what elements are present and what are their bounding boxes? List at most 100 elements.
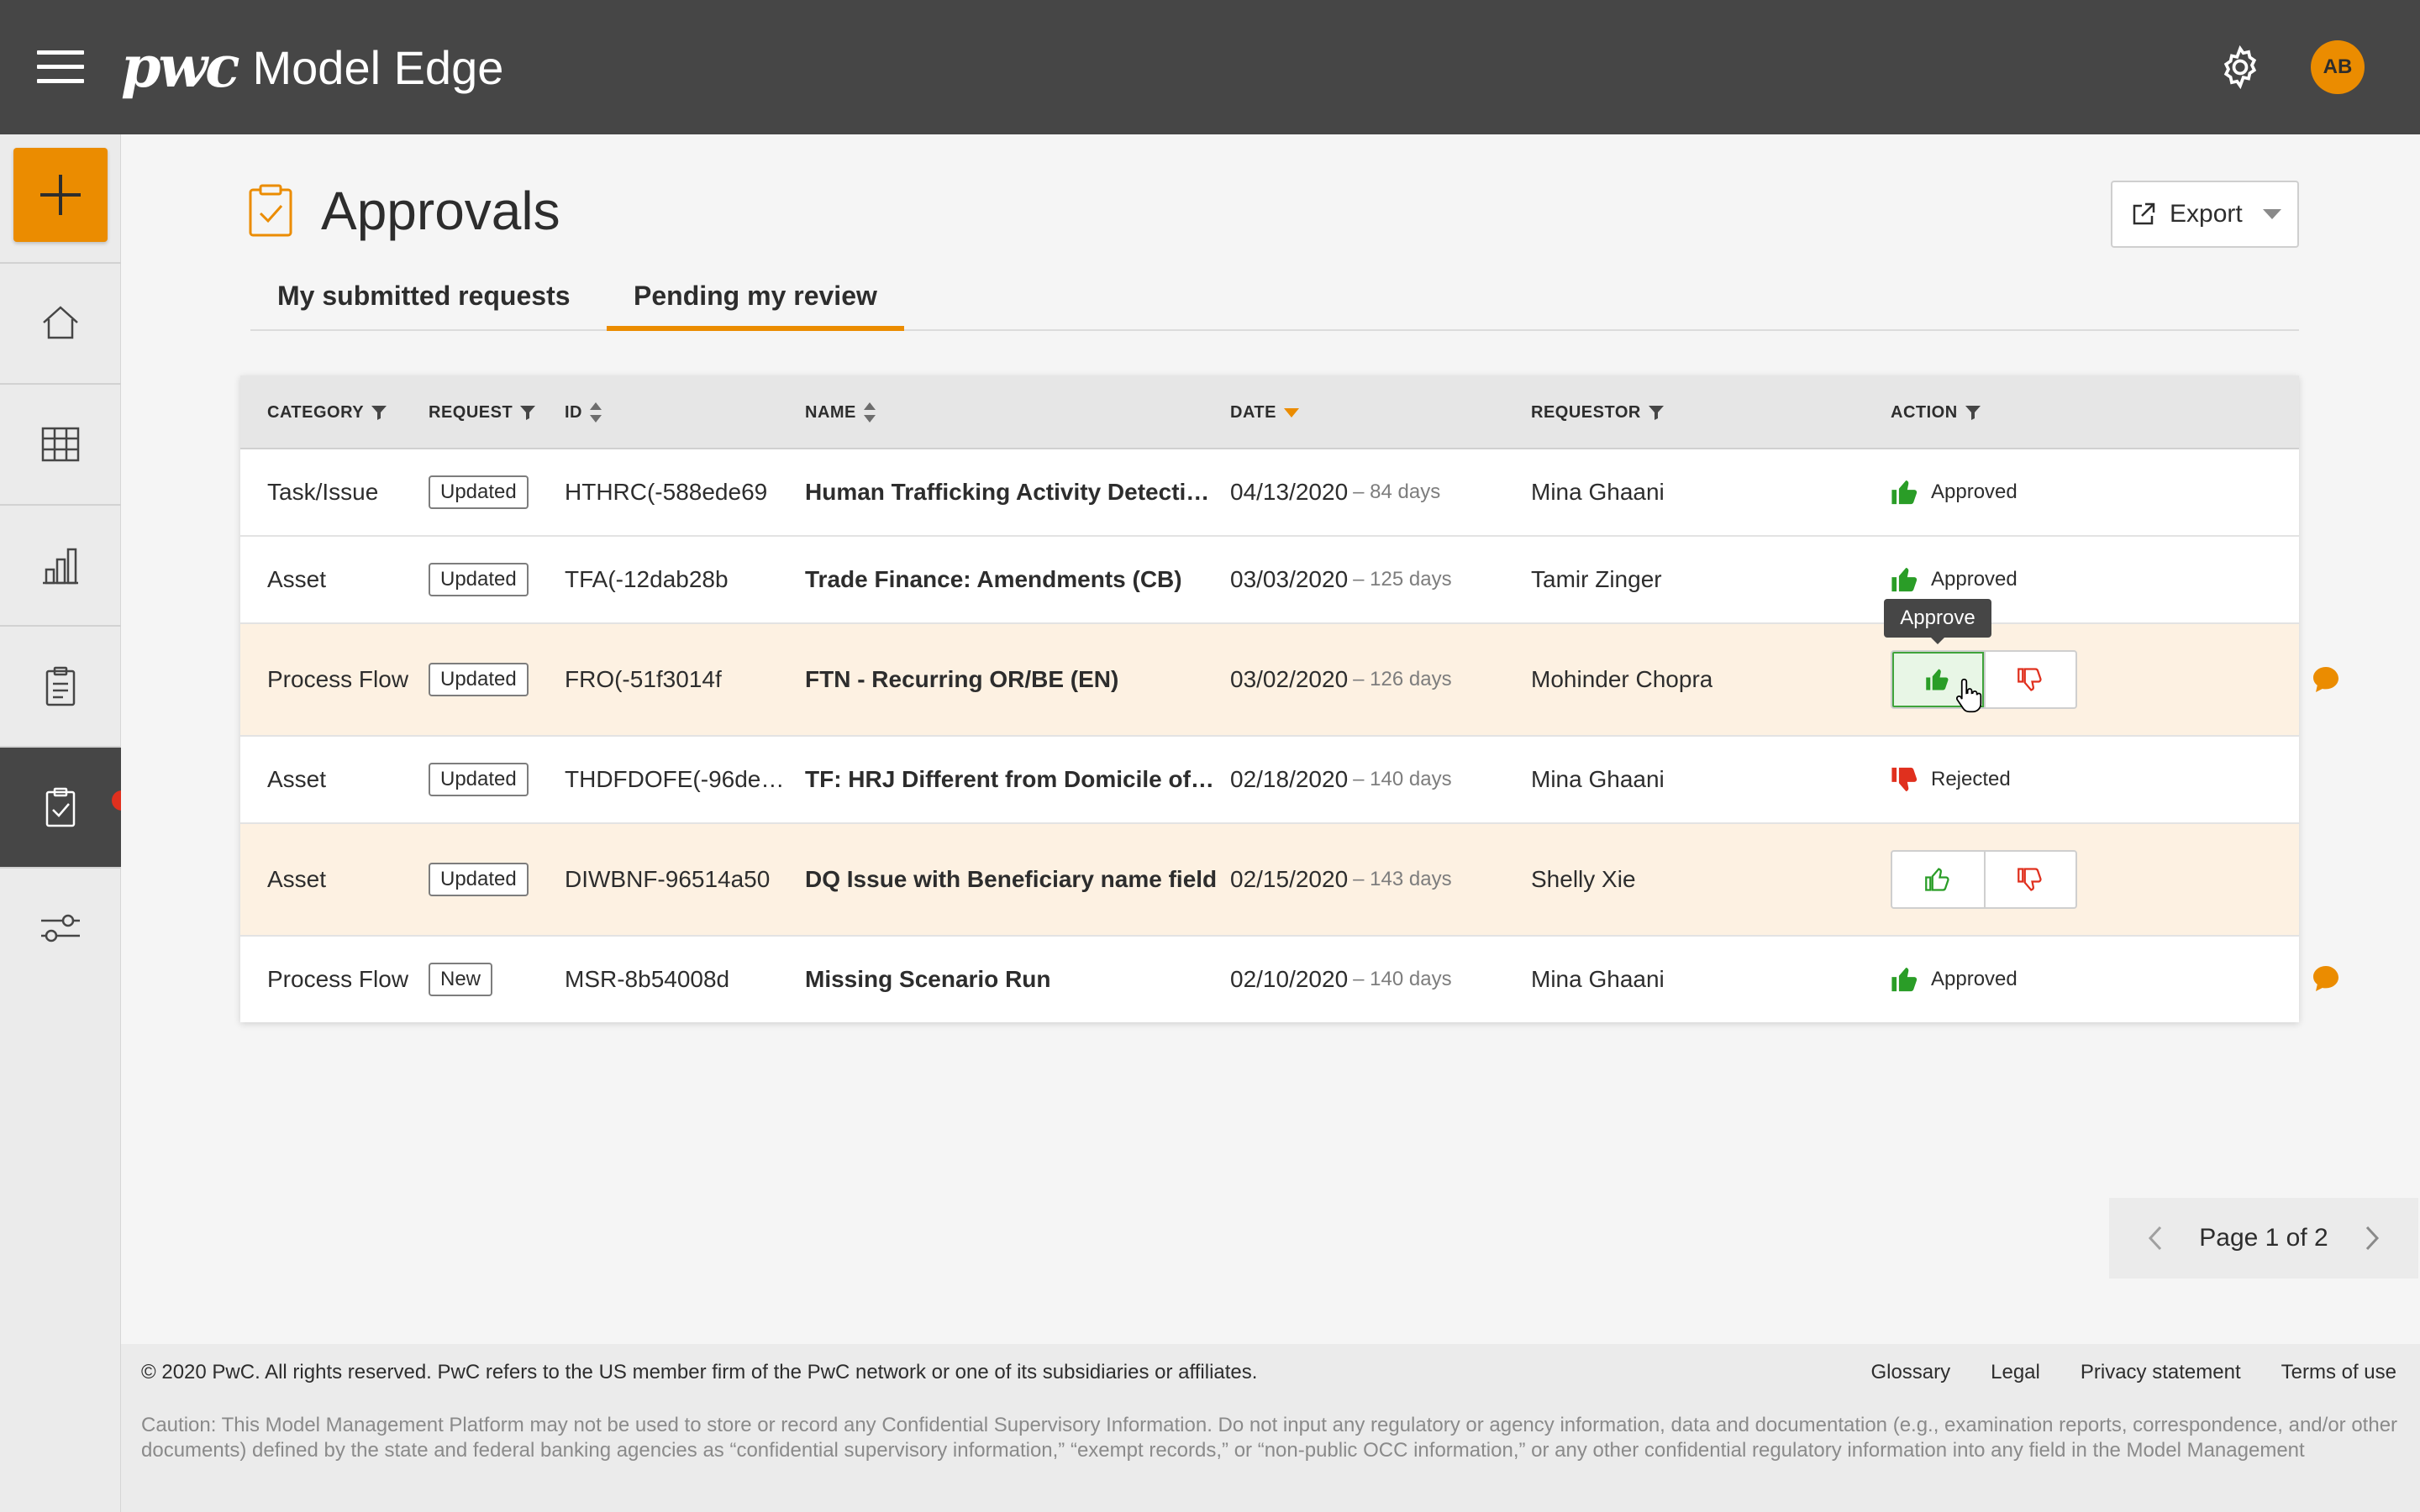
link-legal[interactable]: Legal <box>1991 1361 2040 1384</box>
footer-links: Glossary Legal Privacy statement Terms o… <box>1830 1361 2396 1384</box>
chevron-left-icon <box>2148 1226 2162 1251</box>
thumbs-down-icon <box>2018 868 2043 891</box>
page-title: Approvals <box>321 181 560 241</box>
cell-request: Updated <box>429 824 529 935</box>
header-name[interactable]: NAME <box>805 375 876 449</box>
header-date[interactable]: DATE <box>1230 375 1300 449</box>
export-button[interactable]: Export <box>2111 181 2299 248</box>
external-link-icon <box>2133 202 2155 225</box>
brand-logo: pwc <box>121 34 239 101</box>
add-button[interactable] <box>13 148 108 242</box>
request-badge: New <box>429 963 493 996</box>
date-value: 03/03/2020 <box>1230 566 1349 592</box>
filter-icon <box>520 406 536 420</box>
approvals-table: CATEGORY REQUEST ID NAME DATE REQUESTOR … <box>240 375 2338 1022</box>
avatar[interactable]: AB <box>2311 40 2365 94</box>
reject-button[interactable] <box>1983 852 2075 907</box>
header-label: NAME <box>805 402 856 422</box>
header-label: DATE <box>1230 402 1276 422</box>
rail-table[interactable] <box>0 383 121 504</box>
link-glossary[interactable]: Glossary <box>1870 1361 1950 1384</box>
table-row[interactable]: Process Flow Updated FRO(-51f3014f FTN -… <box>240 624 2338 737</box>
cell-action <box>1891 624 2077 735</box>
reject-button[interactable] <box>1983 652 2075 707</box>
rail-settings[interactable] <box>0 867 121 988</box>
cell-request: Updated <box>429 624 529 735</box>
chevron-down-icon <box>2262 209 2281 219</box>
table-row[interactable]: Asset Updated THDFDOFE(-96de… TF: HRJ Di… <box>240 737 2299 824</box>
cell-name[interactable]: FTN - Recurring OR/BE (EN) <box>805 624 1217 735</box>
table-header: CATEGORY REQUEST ID NAME DATE REQUESTOR … <box>240 375 2299 449</box>
header-requestor[interactable]: REQUESTOR <box>1531 375 1665 449</box>
cell-category: Process Flow <box>267 666 409 692</box>
cell-name[interactable]: Human Trafficking Activity Detecti… <box>805 449 1217 535</box>
tab-pending-my-review[interactable]: Pending my review <box>607 277 904 331</box>
rail-charts[interactable] <box>0 504 121 625</box>
date-age: – 140 days <box>1353 968 1452 990</box>
app-name: Model Edge <box>252 40 504 94</box>
thumbs-up-icon <box>1926 669 1949 690</box>
rail-home[interactable] <box>0 262 121 383</box>
date-age: – 140 days <box>1353 768 1452 790</box>
approve-reject-group <box>1891 650 2077 709</box>
comment-icon[interactable] <box>2311 664 2341 695</box>
cell-request: New <box>429 937 493 1022</box>
table-row[interactable]: Task/Issue Updated HTHRC(-588ede69 Human… <box>240 449 2299 537</box>
export-label: Export <box>2170 200 2243 228</box>
status-rejected: Rejected <box>1891 765 2011 794</box>
cell-date: 02/15/2020– 143 days <box>1230 824 1452 935</box>
approvals-page-icon <box>249 184 292 237</box>
left-rail <box>0 134 121 1512</box>
header-action[interactable]: ACTION <box>1891 375 1981 449</box>
prev-page-button[interactable] <box>2143 1226 2168 1251</box>
approve-tooltip: Approve <box>1884 599 1991 644</box>
date-age: – 143 days <box>1353 868 1452 890</box>
copyright: © 2020 PwC. All rights reserved. PwC ref… <box>141 1361 1258 1383</box>
status-label: Approved <box>1931 568 2018 591</box>
thumbs-down-icon <box>2018 668 2043 691</box>
cell-requestor: Shelly Xie <box>1531 866 1636 892</box>
cell-date: 02/10/2020– 140 days <box>1230 937 1452 1022</box>
gear-icon[interactable] <box>2217 44 2264 91</box>
next-page-button[interactable] <box>2360 1226 2385 1251</box>
link-privacy[interactable]: Privacy statement <box>2081 1361 2241 1384</box>
header-label: REQUESTOR <box>1531 402 1641 422</box>
tab-my-submitted-requests[interactable]: My submitted requests <box>250 277 597 331</box>
plus-icon <box>40 175 81 215</box>
menu-icon[interactable] <box>37 50 84 84</box>
link-terms[interactable]: Terms of use <box>2281 1361 2396 1384</box>
sort-icon <box>590 402 602 423</box>
header-request[interactable]: REQUEST <box>429 375 536 449</box>
cell-requestor: Mohinder Chopra <box>1531 666 1713 692</box>
tab-bar: My submitted requests Pending my review <box>250 277 2299 331</box>
rail-clipboard[interactable] <box>0 625 121 746</box>
cell-id: DIWBNF-96514a50 <box>565 866 771 892</box>
date-age: – 84 days <box>1353 480 1441 503</box>
cell-request: Updated <box>429 537 529 622</box>
cell-name[interactable]: Missing Scenario Run <box>805 937 1217 1022</box>
header-label: ACTION <box>1891 402 1958 422</box>
header-label: CATEGORY <box>267 402 365 422</box>
cell-action: Approved <box>1891 449 2018 535</box>
table-row[interactable]: Process Flow New MSR-8b54008d Missing Sc… <box>240 937 2338 1022</box>
header-category[interactable]: CATEGORY <box>267 375 387 449</box>
status-label: Approved <box>1931 480 2018 503</box>
cell-id: TFA(-12dab28b <box>565 566 729 592</box>
rail-approvals[interactable] <box>0 746 121 867</box>
table-row[interactable]: Asset Updated DIWBNF-96514a50 DQ Issue w… <box>240 824 2299 937</box>
cell-category: Asset <box>267 866 327 892</box>
cell-id: FRO(-51f3014f <box>565 666 722 692</box>
comment-icon[interactable] <box>2311 963 2341 994</box>
cell-requestor: Mina Ghaani <box>1531 766 1665 792</box>
cell-name[interactable]: DQ Issue with Beneficiary name field <box>805 824 1217 935</box>
header-id[interactable]: ID <box>565 375 602 449</box>
cell-name[interactable]: Trade Finance: Amendments (CB) <box>805 537 1217 622</box>
cell-name[interactable]: TF: HRJ Different from Domicile of… <box>805 737 1217 822</box>
request-badge: Updated <box>429 663 529 696</box>
cell-action: Approved <box>1891 937 2018 1022</box>
request-badge: Updated <box>429 863 529 896</box>
app-logo[interactable]: pwc Model Edge <box>121 34 503 101</box>
cell-date: 03/02/2020– 126 days <box>1230 624 1452 735</box>
approvals-icon <box>45 787 76 827</box>
approve-button[interactable] <box>1892 852 1984 907</box>
